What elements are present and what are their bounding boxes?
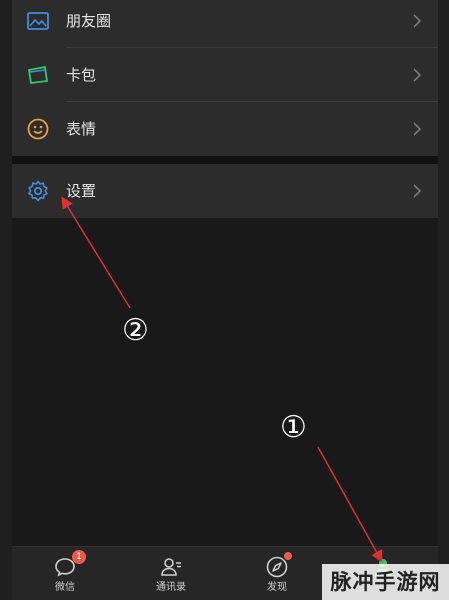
chevron-right-icon [413,184,422,198]
gear-icon [28,180,48,202]
step-one-marker: ① [280,410,307,445]
section-gap [12,156,438,164]
sticker-smile-icon [27,118,49,140]
menu-item-label: 设置 [66,182,97,200]
menu-item-label: 朋友圈 [66,12,112,30]
tab-label: 微信 [55,582,75,593]
menu-item-stickers[interactable]: 表情 [12,102,438,156]
site-watermark: 脉冲手游网 [322,564,449,600]
menu-item-settings[interactable]: 设置 [12,164,438,218]
chevron-right-icon [413,14,422,28]
chevron-right-icon [413,122,422,136]
step-two-marker: ② [122,313,149,348]
tab-label: 通讯录 [156,582,186,593]
moments-icon [27,12,49,30]
menu-item-moments[interactable]: 朋友圈 [12,0,438,48]
tab-contacts[interactable]: 通讯录 [118,547,224,600]
contacts-icon [161,558,181,576]
chevron-right-icon [413,68,422,82]
menu-item-card-wallet[interactable]: 卡包 [12,48,438,102]
menu-item-label: 表情 [66,120,97,138]
tab-discover[interactable]: 发现 [224,547,330,600]
card-wallet-icon [27,65,49,85]
menu-item-label: 卡包 [66,66,97,84]
tab-label: 发现 [267,582,287,593]
new-content-dot [284,552,292,560]
tab-chats[interactable]: 1 微信 [12,547,118,600]
unread-badge: 1 [72,550,86,564]
phone-screen: 朋友圈 卡包 表情 设置 1 微信 通讯录 发现 [12,0,438,600]
